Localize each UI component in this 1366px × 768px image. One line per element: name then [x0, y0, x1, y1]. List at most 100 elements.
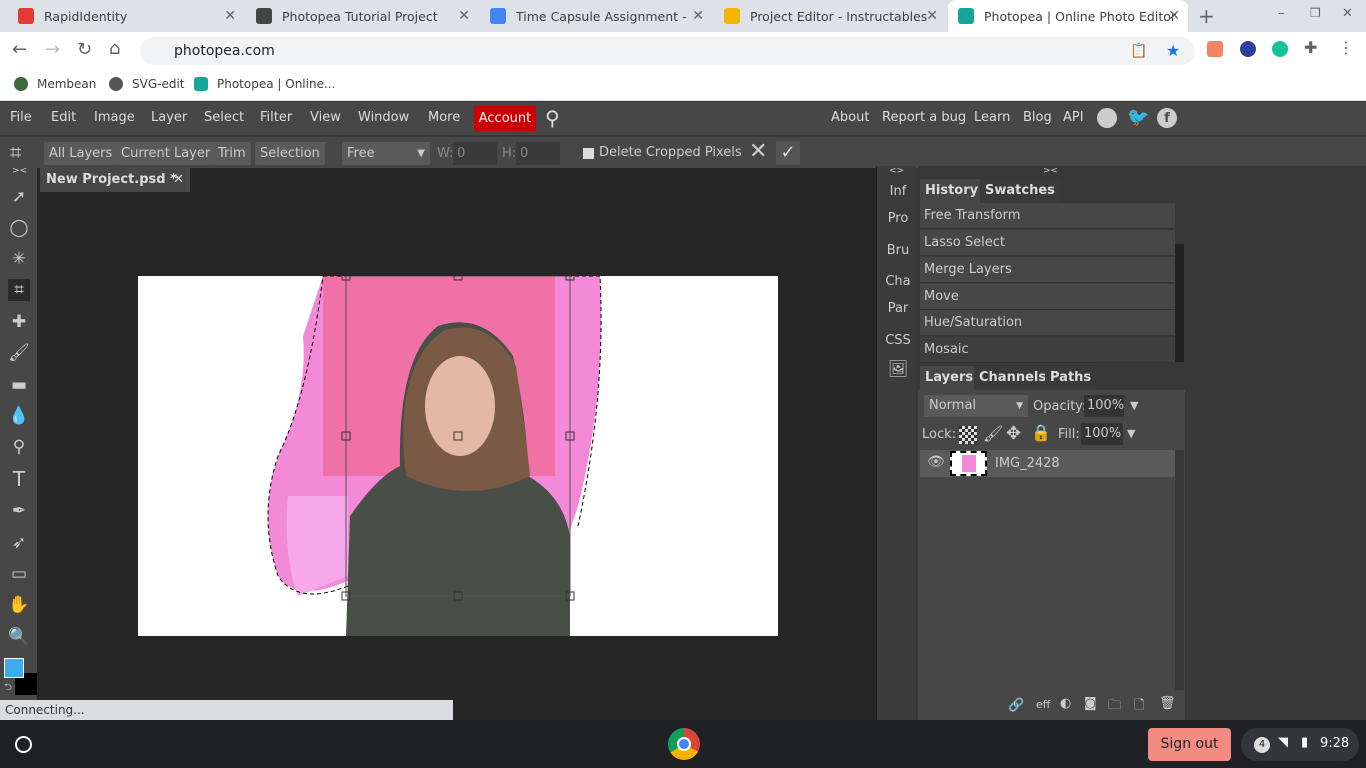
healing-brush-icon[interactable]: ✚: [8, 311, 30, 333]
chrome-icon[interactable]: [668, 728, 700, 760]
width-input[interactable]: 0: [453, 142, 497, 165]
forward-icon[interactable]: →: [45, 39, 60, 60]
tab-channels[interactable]: Channels: [974, 366, 1052, 390]
bookmark-photopea[interactable]: Photopea | Online...: [194, 77, 335, 91]
panel-character[interactable]: Cha: [880, 268, 916, 296]
browser-tab-active[interactable]: Photopea | Online Photo Editor ✕: [948, 0, 1188, 32]
rectangle-tool-icon[interactable]: ▭: [8, 563, 30, 585]
confirm-crop-icon[interactable]: ✓: [776, 141, 800, 165]
delete-layer-icon[interactable]: 🗑: [1159, 696, 1176, 711]
extension-icon[interactable]: [1207, 41, 1223, 57]
fill-input[interactable]: 100%: [1081, 423, 1123, 445]
browser-tab[interactable]: Time Capsule Assignment - Goo✕: [480, 0, 712, 32]
history-item[interactable]: Hue/Saturation: [920, 310, 1175, 336]
sign-out-button[interactable]: Sign out: [1148, 728, 1231, 761]
blend-mode-select[interactable]: Normal ▼: [924, 395, 1028, 417]
browser-tab[interactable]: RapidIdentity ✕: [8, 0, 244, 32]
menu-image[interactable]: Image: [94, 110, 135, 125]
close-document-icon[interactable]: ✕: [173, 168, 184, 192]
launcher-icon[interactable]: [15, 736, 32, 753]
menu-select[interactable]: Select: [204, 110, 244, 125]
type-tool-icon[interactable]: T: [8, 468, 30, 490]
hand-tool-icon[interactable]: ✋: [8, 594, 30, 616]
selection-button[interactable]: Selection: [255, 142, 325, 165]
layer-effects-button[interactable]: eff: [1036, 698, 1050, 711]
expand-icon[interactable]: <>: [889, 166, 904, 176]
menu-view[interactable]: View: [310, 110, 341, 125]
url-bar[interactable]: photopea.com 📋 ★: [140, 37, 1195, 65]
tab-history[interactable]: History: [920, 179, 984, 203]
tab-paths[interactable]: Paths: [1045, 366, 1097, 390]
image-panel-icon[interactable]: 🖼: [880, 355, 916, 383]
opacity-input[interactable]: 100%: [1084, 395, 1124, 417]
zoom-tool-icon[interactable]: 🔍: [8, 626, 30, 648]
history-scrollbar[interactable]: [1175, 244, 1184, 362]
reload-icon[interactable]: ↻: [77, 39, 92, 60]
swap-colors-icon[interactable]: ⮌: [4, 680, 12, 697]
menu-edit[interactable]: Edit: [51, 110, 76, 125]
blur-tool-icon[interactable]: 💧: [8, 405, 30, 427]
lock-pixels-icon[interactable]: 🖌: [983, 424, 1003, 443]
cancel-crop-icon[interactable]: ✕: [749, 139, 767, 164]
home-icon[interactable]: ⌂: [109, 38, 120, 59]
menu-layer[interactable]: Layer: [151, 110, 187, 125]
tab-layers[interactable]: Layers: [920, 366, 979, 390]
link-report-bug[interactable]: Report a bug: [882, 110, 966, 125]
lasso-tool-icon[interactable]: ◯: [8, 217, 30, 239]
browser-tab[interactable]: Project Editor - Instructables ✕: [714, 0, 946, 32]
lock-transparency-icon[interactable]: [959, 426, 977, 444]
path-select-icon[interactable]: ➶: [8, 532, 30, 554]
lock-position-icon[interactable]: ✥: [1006, 423, 1021, 444]
document-tab[interactable]: New Project.psd * ✕: [40, 168, 190, 192]
link-about[interactable]: About: [831, 110, 869, 125]
minimize-button[interactable]: –: [1278, 6, 1285, 21]
panel-info[interactable]: Inf: [880, 178, 916, 206]
mask-icon[interactable]: ◙: [1084, 696, 1097, 711]
panel-paragraph[interactable]: Par: [880, 295, 916, 323]
bookmark-svg-edit[interactable]: SVG-edit: [109, 77, 185, 91]
opacity-dropdown-icon[interactable]: ▼: [1130, 399, 1138, 412]
history-item[interactable]: Free Transform: [920, 203, 1175, 229]
tab-swatches[interactable]: Swatches: [980, 179, 1060, 203]
foreground-color-swatch[interactable]: [4, 658, 24, 678]
gradient-tool-icon[interactable]: ▬: [8, 374, 30, 396]
menu-icon[interactable]: ⋮: [1338, 38, 1354, 57]
menu-filter[interactable]: Filter: [260, 110, 292, 125]
all-layers-button[interactable]: All Layers: [44, 142, 118, 165]
history-item[interactable]: Merge Layers: [920, 257, 1175, 283]
restore-button[interactable]: ❐: [1310, 6, 1321, 20]
height-input[interactable]: 0: [516, 142, 560, 165]
panel-brush[interactable]: Bru: [880, 237, 916, 265]
new-folder-icon[interactable]: 🗀: [1108, 696, 1121, 718]
collapse-icon[interactable]: ><: [12, 166, 27, 176]
new-layer-icon[interactable]: 🗋: [1134, 696, 1144, 718]
twitter-icon[interactable]: 🐦: [1127, 107, 1149, 128]
extension-k-icon[interactable]: [1240, 41, 1256, 57]
search-icon[interactable]: ⚲: [545, 106, 560, 130]
lock-all-icon[interactable]: 🔒: [1031, 423, 1051, 442]
link-layers-icon[interactable]: 🔗: [1008, 698, 1024, 713]
browser-tab[interactable]: Photopea Tutorial Project ✕: [246, 0, 478, 32]
magic-wand-icon[interactable]: ✳: [8, 248, 30, 270]
crop-tool-icon[interactable]: ⌗: [8, 279, 30, 301]
close-window-button[interactable]: ✕: [1342, 6, 1353, 21]
bookmark-star-icon[interactable]: ★: [1166, 37, 1180, 65]
reddit-icon[interactable]: [1097, 108, 1117, 128]
close-tab-icon[interactable]: ✕: [926, 8, 938, 24]
eye-icon[interactable]: 👁: [927, 454, 945, 470]
facebook-icon[interactable]: f: [1157, 108, 1177, 128]
move-tool-icon[interactable]: ➚: [8, 186, 30, 208]
menu-window[interactable]: Window: [358, 110, 409, 125]
link-learn[interactable]: Learn: [974, 110, 1010, 125]
history-item[interactable]: Lasso Select: [920, 230, 1175, 256]
close-tab-icon[interactable]: ✕: [1168, 8, 1180, 24]
close-tab-icon[interactable]: ✕: [458, 8, 470, 24]
history-item[interactable]: Move: [920, 284, 1175, 310]
image-canvas[interactable]: [138, 276, 778, 636]
panel-css[interactable]: CSS: [880, 327, 916, 355]
brush-tool-icon[interactable]: 🖌: [8, 342, 30, 364]
panel-properties[interactable]: Pro: [880, 205, 916, 233]
close-tab-icon[interactable]: ✕: [692, 8, 704, 24]
ratio-select[interactable]: Free ▼: [342, 142, 430, 165]
layer-row[interactable]: 👁 IMG_2428: [920, 450, 1175, 477]
